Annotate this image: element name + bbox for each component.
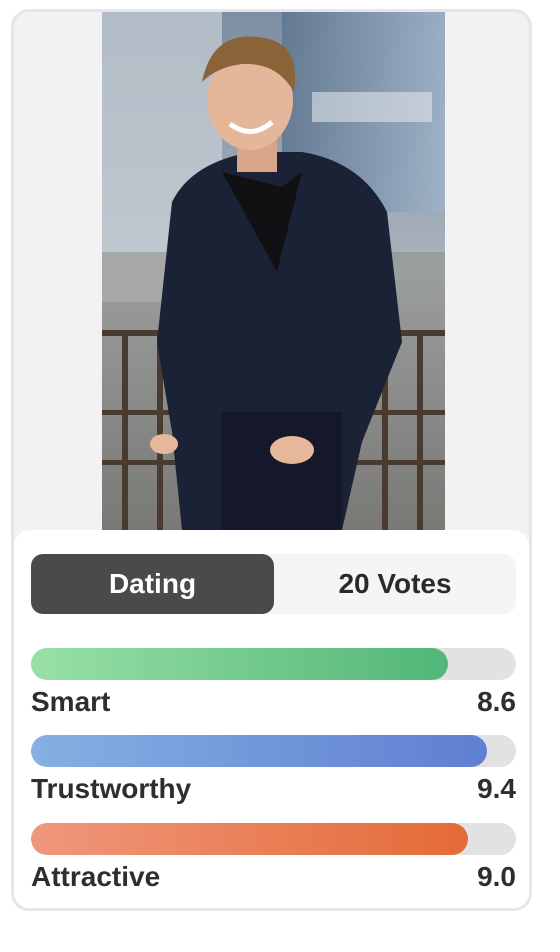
smart-bar-track (31, 648, 516, 680)
profile-photo[interactable] (102, 12, 445, 530)
smart-value: 8.6 (477, 686, 516, 717)
dating-tab[interactable]: Dating (31, 554, 274, 614)
profile-card: Dating 20 Votes Smart 8.6 Trustworthy 9.… (11, 9, 532, 911)
trustworthy-bar-fill (31, 735, 487, 767)
trustworthy-label: Trustworthy (31, 773, 192, 804)
category-toggle: Dating 20 Votes (31, 554, 516, 614)
rating-panel: Dating 20 Votes Smart 8.6 Trustworthy 9.… (14, 530, 529, 908)
smart-bar-fill (31, 648, 449, 680)
votes-count: 20 Votes (338, 568, 452, 599)
attractive-value: 9.0 (477, 861, 516, 892)
attractive-bar-fill (31, 823, 468, 855)
attractive-label: Attractive (31, 861, 161, 892)
smart-label: Smart (31, 686, 111, 717)
trustworthy-bar-track (31, 735, 516, 767)
attractive-bar-track (31, 823, 516, 855)
profile-photo-image (102, 12, 445, 530)
trustworthy-value: 9.4 (477, 773, 516, 804)
